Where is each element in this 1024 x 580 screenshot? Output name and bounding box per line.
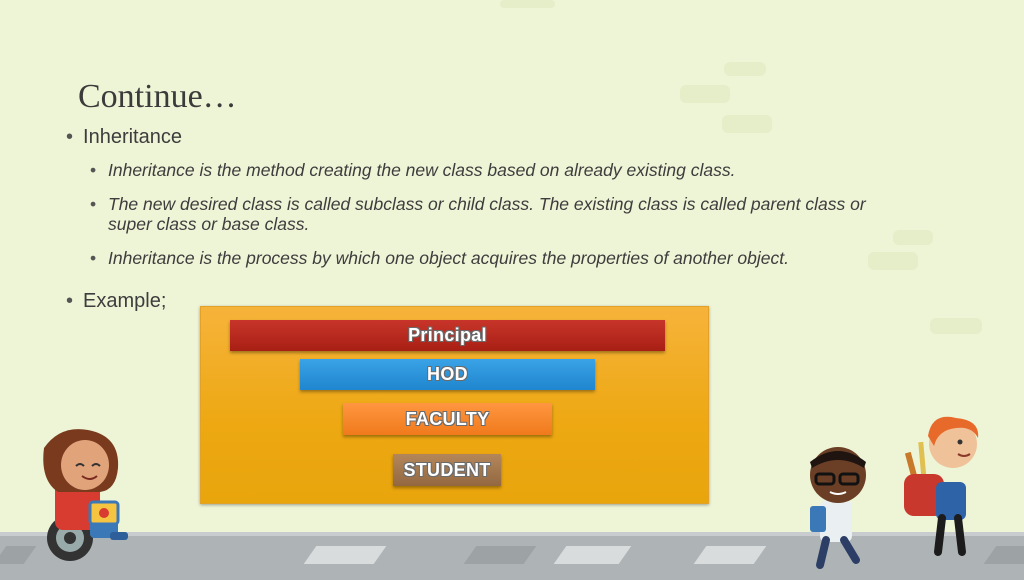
bullet-example: • Example; <box>66 290 166 313</box>
level-student: STUDENT <box>393 454 501 486</box>
bullet-inheritance: • Inheritance <box>66 126 182 149</box>
slide-title: Continue… <box>78 78 237 115</box>
bullet-dot: • <box>66 126 74 148</box>
background-patch <box>500 0 555 8</box>
floor-tile <box>463 546 537 564</box>
sub-bullet-text: The new desired class is called subclass… <box>108 194 866 234</box>
sub-bullet: • The new desired class is called subcla… <box>90 194 880 234</box>
bullet-dot: • <box>90 248 97 268</box>
level-hod: HOD <box>300 359 595 390</box>
sub-bullet-text: Inheritance is the process by which one … <box>108 248 789 268</box>
boy-glasses-illustration <box>810 447 866 569</box>
bullet-label: Example; <box>83 290 167 312</box>
sub-bullet-text: Inheritance is the method creating the n… <box>108 160 736 180</box>
sub-bullet: • Inheritance is the process by which on… <box>90 248 880 268</box>
girl-wheelchair-illustration <box>43 429 128 561</box>
floor-tile <box>303 546 387 564</box>
background-patch <box>680 85 730 103</box>
sub-bullet-list: • Inheritance is the method creating the… <box>90 160 880 282</box>
bullet-dot: • <box>90 194 97 214</box>
level-principal: Principal <box>230 320 665 351</box>
background-patch <box>930 318 982 334</box>
floor-tile <box>553 546 632 564</box>
level-faculty: FACULTY <box>343 403 552 435</box>
sub-bullet: • Inheritance is the method creating the… <box>90 160 880 180</box>
hierarchy-diagram: Principal HOD FACULTY STUDENT <box>200 306 709 504</box>
kid-backpack-illustration <box>904 416 979 556</box>
bullet-label: Inheritance <box>83 126 182 148</box>
floor-tile <box>693 546 767 564</box>
background-patch <box>724 62 766 76</box>
bullet-dot: • <box>90 160 97 180</box>
background-patch <box>722 115 772 133</box>
bullet-dot: • <box>66 290 74 312</box>
background-patch <box>893 230 933 245</box>
